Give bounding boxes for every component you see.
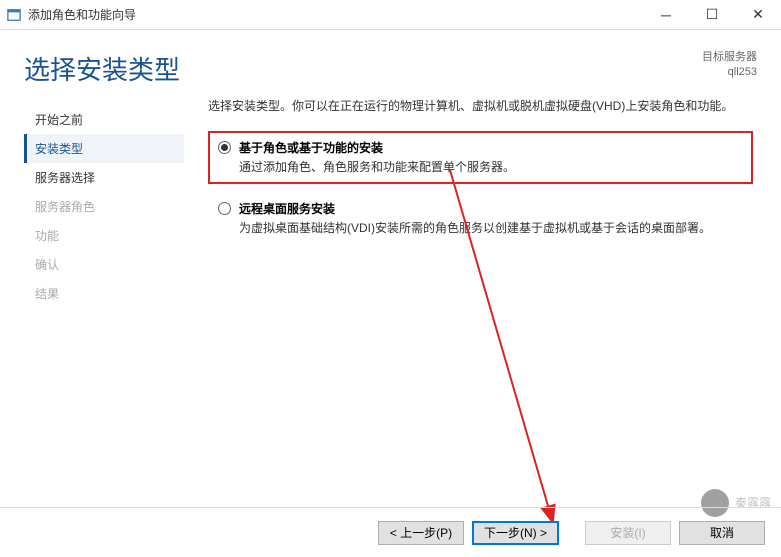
server-info: 目标服务器 qll253 <box>702 50 757 81</box>
header: 选择安装类型 目标服务器 qll253 <box>0 30 781 97</box>
radio-remote-desktop[interactable] <box>218 202 231 215</box>
intro-text: 选择安装类型。你可以在正在运行的物理计算机、虚拟机或脱机虚拟硬盘(VHD)上安装… <box>208 97 753 115</box>
sidebar-item-server-selection[interactable]: 服务器选择 <box>24 163 184 192</box>
prev-button[interactable]: < 上一步(P) <box>378 521 464 545</box>
sidebar-item-confirm: 确认 <box>24 250 184 279</box>
option-remote-desktop[interactable]: 远程桌面服务安装 为虚拟桌面基础结构(VDI)安装所需的角色服务以创建基于虚拟机… <box>208 192 753 245</box>
server-name: qll253 <box>702 65 757 80</box>
content: 选择安装类型。你可以在正在运行的物理计算机、虚拟机或脱机虚拟硬盘(VHD)上安装… <box>184 97 757 308</box>
maximize-button[interactable]: ☐ <box>689 0 735 30</box>
window-controls: ─ ☐ ✕ <box>643 0 781 30</box>
sidebar-item-features: 功能 <box>24 221 184 250</box>
sidebar: 开始之前 安装类型 服务器选择 服务器角色 功能 确认 结果 <box>24 97 184 308</box>
cancel-button[interactable]: 取消 <box>679 521 765 545</box>
option-desc: 通过添加角色、角色服务和功能来配置单个服务器。 <box>239 158 743 176</box>
sidebar-item-install-type[interactable]: 安装类型 <box>24 134 184 163</box>
close-button[interactable]: ✕ <box>735 0 781 30</box>
option-title: 远程桌面服务安装 <box>239 200 743 217</box>
sidebar-item-before-begin[interactable]: 开始之前 <box>24 105 184 134</box>
body: 开始之前 安装类型 服务器选择 服务器角色 功能 确认 结果 选择安装类型。你可… <box>0 97 781 308</box>
minimize-button[interactable]: ─ <box>643 0 689 30</box>
app-icon <box>6 7 22 23</box>
sidebar-item-results: 结果 <box>24 279 184 308</box>
footer: < 上一步(P) 下一步(N) > 安装(I) 取消 <box>0 507 781 557</box>
radio-role-based[interactable] <box>218 141 231 154</box>
window-title: 添加角色和功能向导 <box>28 6 643 23</box>
option-desc: 为虚拟桌面基础结构(VDI)安装所需的角色服务以创建基于虚拟机或基于会话的桌面部… <box>239 219 743 237</box>
option-title: 基于角色或基于功能的安装 <box>239 139 743 156</box>
page-title: 选择安装类型 <box>24 50 702 87</box>
option-role-based[interactable]: 基于角色或基于功能的安装 通过添加角色、角色服务和功能来配置单个服务器。 <box>208 131 753 184</box>
server-label: 目标服务器 <box>702 50 757 65</box>
titlebar: 添加角色和功能向导 ─ ☐ ✕ <box>0 0 781 30</box>
install-button: 安装(I) <box>585 521 671 545</box>
sidebar-item-server-roles: 服务器角色 <box>24 192 184 221</box>
next-button[interactable]: 下一步(N) > <box>472 521 559 545</box>
